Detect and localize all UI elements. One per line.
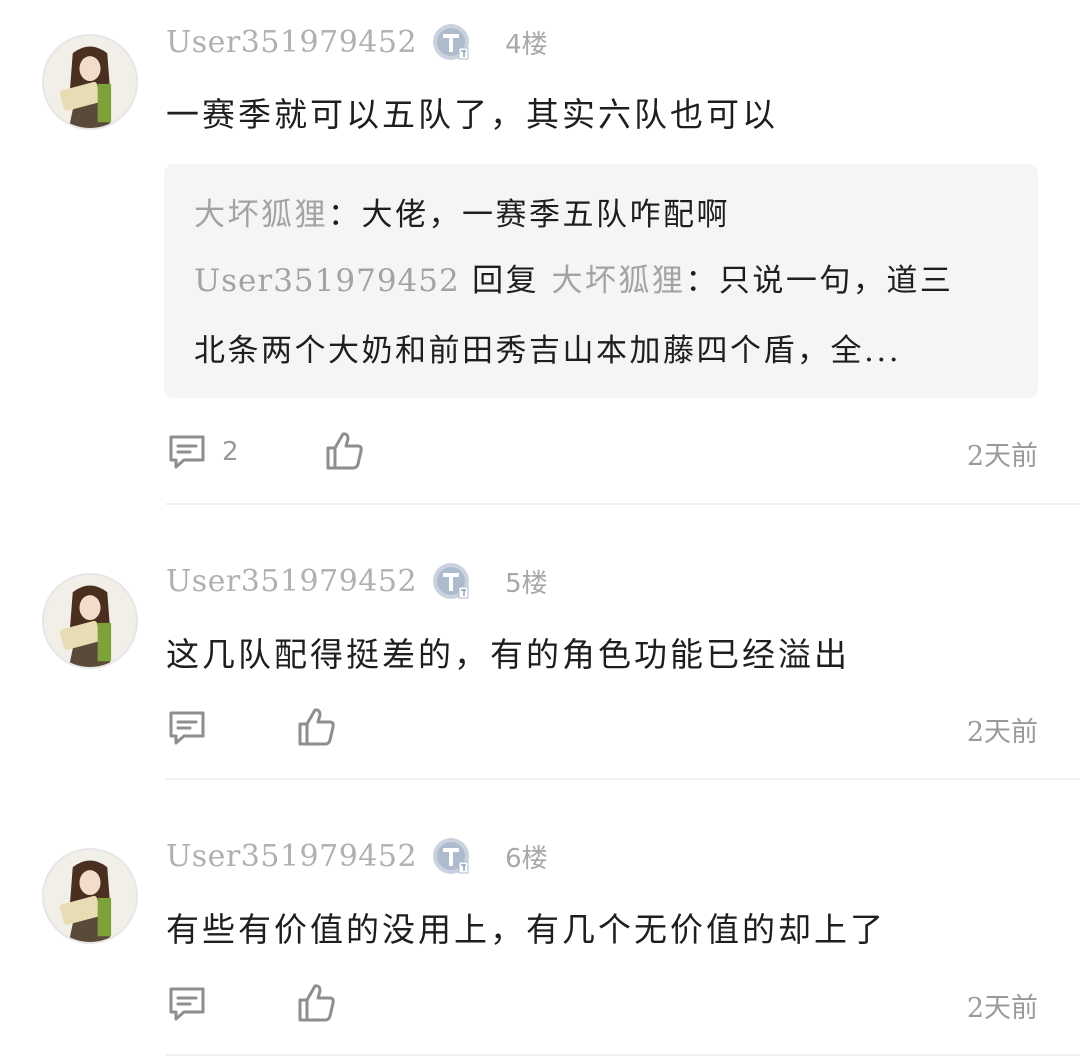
reply-line: 北条两个大奶和前田秀吉山本加藤四个盾，全... xyxy=(194,328,1008,374)
comment-actions: 2 2天前 xyxy=(166,430,1038,474)
like-button[interactable] xyxy=(296,982,338,1026)
reply-line: 大坏狐狸：大佬，一赛季五队咋配啊 xyxy=(194,192,1008,238)
thumbs-up-icon xyxy=(298,984,335,1022)
comment-text: 这几队配得挺差的，有的角色功能已经溢出 xyxy=(166,635,850,674)
reply-text: 北条两个大奶和前田秀吉山本加藤四个盾，全... xyxy=(194,333,902,369)
reply-count: 2 xyxy=(222,437,239,467)
comment-icon xyxy=(169,435,205,469)
reply-author[interactable]: 大坏狐狸 xyxy=(194,197,328,233)
timestamp: 2天前 xyxy=(966,717,1038,748)
comment-actions: 2天前 xyxy=(166,706,1038,750)
like-button[interactable] xyxy=(324,430,366,474)
avatar[interactable] xyxy=(42,34,138,130)
comment-icon xyxy=(169,711,205,745)
reply-preview[interactable]: 大坏狐狸：大佬，一赛季五队咋配啊 User351979452 回复 大坏狐狸：只… xyxy=(164,164,1038,398)
username[interactable]: User351979452 xyxy=(166,564,417,599)
comment-text: 有些有价值的没用上，有几个无价值的却上了 xyxy=(166,910,886,949)
like-button[interactable] xyxy=(296,706,338,750)
timestamp: 2天前 xyxy=(966,441,1038,472)
thumbs-up-icon xyxy=(298,708,335,746)
avatar[interactable] xyxy=(42,848,138,944)
reply-text: ：大佬，一赛季五队咋配啊 xyxy=(328,197,730,233)
floor-number: 4楼 xyxy=(505,29,548,60)
reply-author[interactable]: User351979452 xyxy=(194,263,460,299)
comment-text: 一赛季就可以五队了，其实六队也可以 xyxy=(166,95,778,134)
comment-icon xyxy=(169,987,205,1021)
username[interactable]: User351979452 xyxy=(166,839,417,874)
floor-number: 5楼 xyxy=(505,568,548,599)
level-badge-icon xyxy=(433,24,470,60)
comment-header: User351979452 6楼 xyxy=(166,836,548,876)
thumbs-up-icon xyxy=(326,432,363,470)
divider xyxy=(166,778,1080,780)
reply-line: User351979452 回复 大坏狐狸：只说一句，道三 xyxy=(194,258,1008,304)
level-badge-icon xyxy=(433,563,470,599)
level-badge-icon xyxy=(433,838,470,874)
divider xyxy=(166,503,1080,505)
reply-button[interactable] xyxy=(166,982,208,1026)
reply-keyword: 回复 xyxy=(459,263,552,299)
reply-text: ：只说一句，道三 xyxy=(685,263,954,299)
comment-actions: 2天前 xyxy=(166,982,1038,1026)
reply-target[interactable]: 大坏狐狸 xyxy=(551,263,685,299)
timestamp: 2天前 xyxy=(966,993,1038,1024)
avatar[interactable] xyxy=(42,573,138,669)
reply-button[interactable]: 2 xyxy=(166,430,239,474)
floor-number: 6楼 xyxy=(505,843,548,874)
divider xyxy=(166,1054,1080,1056)
username[interactable]: User351979452 xyxy=(166,25,417,60)
comment-header: User351979452 4楼 xyxy=(166,22,548,62)
reply-button[interactable] xyxy=(166,706,208,750)
comment-header: User351979452 5楼 xyxy=(166,561,548,601)
